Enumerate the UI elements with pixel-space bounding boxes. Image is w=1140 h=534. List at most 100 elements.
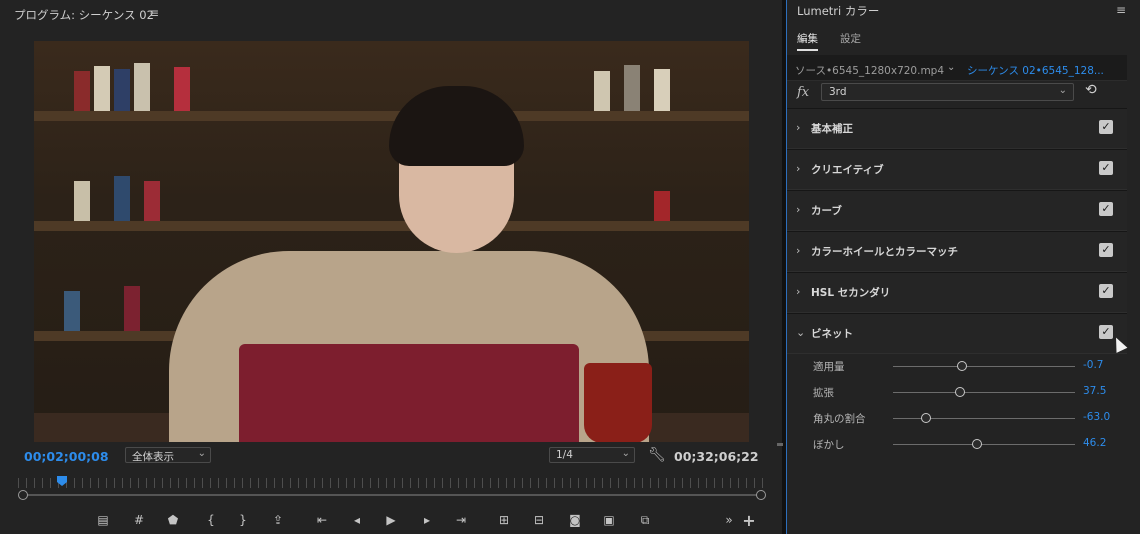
- book: [64, 291, 80, 331]
- param-label: 適用量: [813, 361, 845, 373]
- go-to-in-button[interactable]: ⇤: [313, 511, 331, 529]
- marker-shield-icon: ⬟: [167, 513, 179, 527]
- comparison-view-button[interactable]: ▣: [600, 511, 618, 529]
- chevron-right-icon[interactable]: ›: [796, 244, 800, 257]
- enable-checkbox[interactable]: ✓: [1099, 120, 1113, 134]
- safe-margin-button[interactable]: #: [130, 511, 148, 529]
- step-forward-icon: ▸: [423, 513, 431, 527]
- shelf: [34, 221, 749, 231]
- chevron-down-icon[interactable]: ⌄: [796, 326, 805, 339]
- source-clip-label[interactable]: ソース•6545_1280x720.mp4: [795, 63, 944, 78]
- wrench-icon[interactable]: 🔧︎: [648, 447, 666, 463]
- section-creative[interactable]: › クリエイティブ ✓: [787, 149, 1127, 190]
- current-timecode[interactable]: 00;02;00;08: [24, 449, 109, 464]
- export-frame-button[interactable]: ⇪: [269, 511, 287, 529]
- slider-knob[interactable]: [971, 439, 982, 449]
- more-icon: »: [725, 513, 733, 527]
- overwrite-icon: ⊟: [533, 513, 545, 527]
- enable-checkbox[interactable]: ✓: [1099, 202, 1113, 216]
- slider-track[interactable]: [893, 392, 1075, 393]
- book: [594, 71, 610, 111]
- add-marker-button[interactable]: ▤: [94, 511, 112, 529]
- scrollbar-right-handle[interactable]: [756, 490, 766, 500]
- section-basic-correction[interactable]: › 基本補正 ✓: [787, 108, 1127, 149]
- preset-select[interactable]: 3rd ⌄: [821, 83, 1074, 101]
- enable-checkbox[interactable]: ✓: [1099, 243, 1113, 257]
- param-midpoint: 拡張 37.5: [787, 382, 1127, 402]
- program-menu-icon[interactable]: ≡: [149, 6, 159, 20]
- section-curves[interactable]: › カーブ ✓: [787, 190, 1127, 231]
- section-title: 基本補正: [811, 123, 853, 135]
- scrollbar-left-handle[interactable]: [18, 490, 28, 500]
- param-amount: 適用量 -0.7: [787, 356, 1127, 376]
- tab-edit[interactable]: 編集: [797, 31, 818, 51]
- param-value[interactable]: 46.2: [1083, 437, 1106, 449]
- slider-track[interactable]: [893, 366, 1075, 367]
- mark-out-button[interactable]: }: [234, 511, 252, 529]
- section-hsl-secondary[interactable]: › HSL セカンダリ ✓: [787, 272, 1127, 313]
- section-title: カーブ: [811, 205, 842, 217]
- param-label: 拡張: [813, 387, 834, 399]
- param-label: 角丸の割合: [813, 413, 866, 425]
- slider-knob[interactable]: [957, 361, 968, 371]
- resolution-select[interactable]: 1/4 ⌄: [549, 447, 635, 463]
- lumetri-color-panel: Lumetri カラー ≡ 編集 設定 ソース•6545_1280x720.mp…: [786, 0, 1140, 534]
- export-frame-camera-button[interactable]: ◙: [566, 511, 584, 529]
- chevron-right-icon[interactable]: ›: [796, 121, 800, 134]
- program-monitor-panel: プログラム: シーケンス 02 ≡ 00;02;00;08 全体表示 ⌄ 1/4…: [0, 0, 782, 534]
- insert-icon: ⊞: [498, 513, 510, 527]
- resolution-select-value: 1/4: [556, 449, 573, 461]
- more-button[interactable]: »: [720, 511, 738, 529]
- slider-knob[interactable]: [920, 413, 931, 423]
- book: [94, 66, 110, 111]
- fx-icon[interactable]: fx: [797, 85, 809, 100]
- zoom-scrollbar[interactable]: [22, 494, 761, 496]
- tab-settings[interactable]: 設定: [840, 31, 861, 46]
- step-forward-button[interactable]: ▸: [418, 511, 436, 529]
- person-hair: [389, 86, 524, 166]
- toggle-proxies-button[interactable]: ⧉: [636, 511, 654, 529]
- go-to-out-button[interactable]: ⇥: [452, 511, 470, 529]
- sequence-clip-label[interactable]: シーケンス 02•6545_128...: [967, 63, 1107, 78]
- settings-toggle-icon: ⧉: [640, 512, 650, 527]
- slider-track[interactable]: [893, 444, 1075, 445]
- lumetri-menu-icon[interactable]: ≡: [1116, 3, 1126, 17]
- red-cup: [584, 363, 652, 442]
- insert-button[interactable]: ⊞: [495, 511, 513, 529]
- comparison-view-icon: ▣: [603, 513, 615, 527]
- chevron-down-icon[interactable]: ⌄: [947, 62, 955, 73]
- play-button[interactable]: ▶: [382, 511, 400, 529]
- program-panel-title: プログラム: シーケンス 02: [14, 8, 154, 22]
- overwrite-button[interactable]: ⊟: [530, 511, 548, 529]
- marker-icon: ▤: [97, 513, 109, 527]
- param-value[interactable]: 37.5: [1083, 385, 1106, 397]
- chevron-down-icon: ⌄: [1058, 85, 1067, 96]
- param-value[interactable]: -0.7: [1083, 359, 1104, 371]
- book: [174, 67, 190, 111]
- reset-icon[interactable]: ⟲: [1085, 82, 1097, 98]
- section-color-wheels[interactable]: › カラーホイールとカラーマッチ ✓: [787, 231, 1127, 272]
- section-vignette[interactable]: ⌄ ビネット ✓: [787, 313, 1127, 354]
- divider-handle[interactable]: [777, 443, 783, 446]
- play-icon: ▶: [386, 513, 396, 527]
- param-value[interactable]: -63.0: [1083, 411, 1110, 423]
- enable-checkbox[interactable]: ✓: [1099, 161, 1113, 175]
- chevron-right-icon[interactable]: ›: [796, 162, 800, 175]
- enable-checkbox[interactable]: ✓: [1099, 284, 1113, 298]
- clip-selector-row: ソース•6545_1280x720.mp4 ⌄ シーケンス 02•6545_12…: [787, 55, 1127, 81]
- enable-checkbox[interactable]: ✓: [1099, 325, 1113, 339]
- time-ruler[interactable]: [18, 478, 766, 488]
- lumetri-panel-title: Lumetri カラー: [797, 4, 880, 18]
- step-back-button[interactable]: ◂: [348, 511, 366, 529]
- chevron-down-icon: ⌄: [621, 448, 630, 459]
- chevron-right-icon[interactable]: ›: [796, 285, 800, 298]
- mark-in-button[interactable]: {: [202, 511, 220, 529]
- zoom-select[interactable]: 全体表示 ⌄: [125, 447, 211, 463]
- chevron-down-icon: ⌄: [197, 448, 206, 459]
- slider-knob[interactable]: [955, 387, 966, 397]
- app-root: プログラム: シーケンス 02 ≡ 00;02;00;08 全体表示 ⌄ 1/4…: [0, 0, 1140, 534]
- chevron-right-icon[interactable]: ›: [796, 203, 800, 216]
- marker-button[interactable]: ⬟: [164, 511, 182, 529]
- section-title: ビネット: [811, 328, 853, 340]
- button-editor-button[interactable]: +: [740, 511, 758, 530]
